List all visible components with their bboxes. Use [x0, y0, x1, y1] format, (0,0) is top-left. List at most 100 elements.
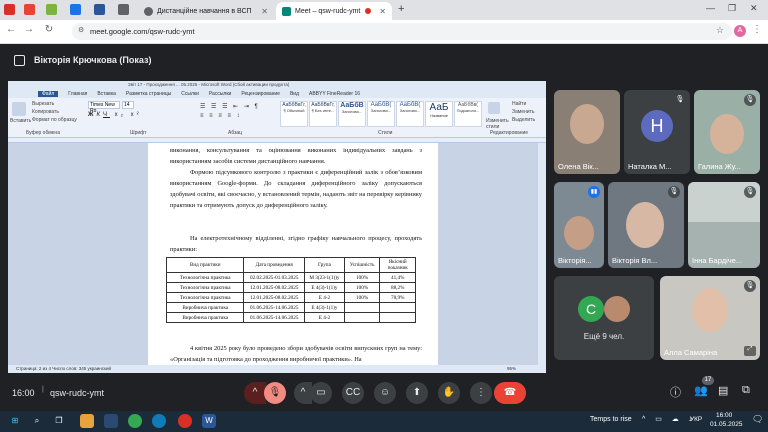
meeting-info-icon[interactable]: ⓘ — [670, 384, 681, 400]
ribbon-tab-abbyy[interactable]: ABBYY FineReader 16 — [309, 91, 360, 97]
participant-tile[interactable]: 🎙 Галина Жу... — [694, 90, 760, 174]
forward-icon[interactable]: → — [22, 24, 36, 35]
find-button[interactable]: Найти — [512, 101, 526, 107]
clock-date[interactable]: 01.05.2025 — [710, 421, 743, 428]
system-tray-icons[interactable]: ^ ▭ ☁ ♪ — [642, 415, 696, 423]
participant-tile[interactable]: ▮▮ Вікторія... — [554, 182, 604, 268]
format-painter-button[interactable]: Формат по образцу — [32, 117, 77, 123]
ribbon-tab-insert[interactable]: Вставка — [97, 91, 116, 97]
font-name-select[interactable]: Times New Ro — [88, 101, 120, 114]
participant-tile[interactable]: 🎙 Вікторія Вл... — [608, 182, 684, 268]
task-view-icon[interactable]: ❐ — [52, 414, 66, 428]
notifications-icon[interactable]: 🗨 — [752, 414, 763, 425]
participant-video — [570, 104, 604, 144]
tab-distance-learning[interactable]: Дистанційне навчання в ВСП ✕ — [138, 2, 274, 20]
close-tab-icon[interactable]: ✕ — [261, 7, 268, 16]
close-window-icon[interactable]: ✕ — [750, 3, 758, 14]
align-buttons-icon[interactable]: ≡ ≡ ≡ ≡ ↕ — [200, 113, 242, 119]
audio-options-chevron-icon[interactable]: ^ — [244, 382, 266, 404]
zoom-level[interactable]: 95% — [507, 365, 516, 373]
select-button[interactable]: Выделить — [512, 117, 535, 123]
paste-icon[interactable] — [12, 102, 26, 116]
ribbon-tab-references[interactable]: Ссылки — [181, 91, 199, 97]
copy-button[interactable]: Копировать — [32, 109, 59, 115]
change-styles-icon[interactable] — [488, 102, 500, 114]
font-format-buttons[interactable]: ЖКЧ x₂ x² — [88, 112, 142, 118]
style-subtitle[interactable]: АаБбВв(Подзаголо... — [454, 101, 482, 127]
style-heading1[interactable]: АаБбВ Заголово... — [338, 101, 366, 127]
word-status-bar: Страница: 2 из 4 Число слов: 345 украинс… — [8, 365, 546, 373]
leave-call-button[interactable]: ☎ — [494, 382, 526, 404]
present-screen-button[interactable]: ⬆ — [406, 382, 428, 404]
table-cell: 12.01.2025-08.02.2025 — [243, 282, 306, 293]
cut-button[interactable]: Вырезать — [32, 101, 54, 107]
pin-icon[interactable]: ⤢ — [744, 346, 756, 356]
reactions-button[interactable]: ☺ — [374, 382, 396, 404]
captions-button[interactable]: CC — [342, 382, 364, 404]
docs-tab-icon[interactable] — [70, 4, 81, 15]
ribbon-tab-file[interactable]: Файл — [38, 90, 59, 97]
word-app-icon[interactable]: W — [202, 414, 216, 428]
participant-tile[interactable]: 🎙 Інна Бардіче... — [688, 182, 760, 268]
address-bar[interactable]: ⚙ meet.google.com/qsw-rudc-ymt ☆ — [72, 23, 732, 40]
reload-icon[interactable]: ↻ — [42, 24, 56, 35]
ribbon-tab-review[interactable]: Рецензирование — [241, 91, 280, 97]
style-normal[interactable]: АаБбВвГг, ¶ Обычный — [280, 101, 308, 127]
new-tab-button[interactable]: + — [398, 3, 404, 15]
replace-button[interactable]: Заменить — [512, 109, 534, 115]
mic-off-icon: 🎙 — [744, 186, 756, 198]
clock-time[interactable]: 16:00 — [716, 412, 732, 419]
style-heading2[interactable]: АаБбВ(Заголово... — [367, 101, 395, 127]
more-options-button[interactable]: ⋮ — [470, 382, 492, 404]
avatar: Н — [641, 110, 673, 142]
style-heading3[interactable]: АаБбВ(Заголово... — [396, 101, 424, 127]
vertical-scrollbar[interactable] — [538, 143, 546, 365]
word-tab-icon[interactable] — [94, 4, 105, 15]
mic-toggle-button[interactable]: 🎙 — [264, 382, 286, 404]
tab-meet[interactable]: Meet – qsw-rudc-ymt ✕ — [276, 2, 392, 20]
people-icon[interactable]: 👥 — [694, 384, 708, 397]
ribbon-tab-home[interactable]: Главная — [68, 91, 87, 97]
chat-icon[interactable]: ▤ — [718, 384, 728, 397]
back-icon[interactable]: ← — [4, 24, 18, 35]
camera-toggle-button[interactable]: ▭ — [310, 382, 332, 404]
ribbon-tab-layout[interactable]: Разметка страницы — [126, 91, 171, 97]
list-buttons-icon[interactable]: ☰ ☰ ☰ ⇤ ⇥ ¶ — [200, 103, 260, 110]
chrome-active-icon[interactable] — [178, 414, 192, 428]
ribbon-tab-mailings[interactable]: Рассылки — [209, 91, 231, 97]
activities-icon[interactable]: ⧉ — [742, 384, 750, 397]
document-page[interactable]: виконання, консультування та оцінювання … — [148, 143, 438, 365]
chrome-menu-dots-icon[interactable]: ⋮ — [752, 24, 762, 35]
change-styles-button[interactable]: Изменить стили — [486, 118, 509, 130]
minimize-window-icon[interactable]: — — [706, 3, 715, 13]
site-info-icon[interactable]: ⚙ — [78, 26, 84, 34]
more-participants-tile[interactable]: С Ещё 9 чел. — [554, 276, 654, 360]
participant-tile[interactable]: Олена Вік... — [554, 90, 620, 174]
store-icon[interactable] — [104, 414, 118, 428]
style-no-spacing[interactable]: АаБбВвГг, ¶ Без инте... — [309, 101, 337, 127]
table-row: Виробнича практика 01.06.2025-14.06.2025… — [165, 312, 416, 323]
style-title[interactable]: АаБ Название — [425, 101, 453, 127]
meet-favicon-icon — [282, 6, 291, 16]
weather-text[interactable]: Temps to rise — [590, 416, 632, 423]
font-size-select[interactable]: 14 — [122, 101, 134, 109]
file-explorer-icon[interactable] — [80, 414, 94, 428]
windows-start-icon[interactable]: ⊞ — [8, 414, 22, 428]
chrome-menu-icon[interactable] — [4, 4, 15, 15]
keyboard-language[interactable]: УКР — [690, 416, 702, 423]
participant-tile[interactable]: Н 🎙 Наталка М... — [624, 90, 690, 174]
participant-tile[interactable]: 🎙 Алла Самаріна ⤢ — [660, 276, 760, 360]
table-row: Виробнича практика 01.06.2025-14.06.2025… — [165, 302, 416, 313]
gmail-tab-icon[interactable] — [24, 4, 35, 15]
ribbon-tab-view[interactable]: Вид — [290, 91, 299, 97]
site-tab-icon[interactable] — [118, 4, 129, 15]
classroom-tab-icon[interactable] — [46, 4, 57, 15]
chrome-icon[interactable] — [128, 414, 142, 428]
close-tab-icon[interactable]: ✕ — [379, 7, 386, 16]
edge-icon[interactable] — [152, 414, 166, 428]
raise-hand-button[interactable]: ✋ — [438, 382, 460, 404]
profile-avatar[interactable]: A — [734, 25, 746, 37]
maximize-window-icon[interactable]: ❐ — [728, 3, 736, 14]
bookmark-star-icon[interactable]: ☆ — [716, 25, 724, 36]
search-icon[interactable]: ⌕ — [30, 414, 44, 428]
